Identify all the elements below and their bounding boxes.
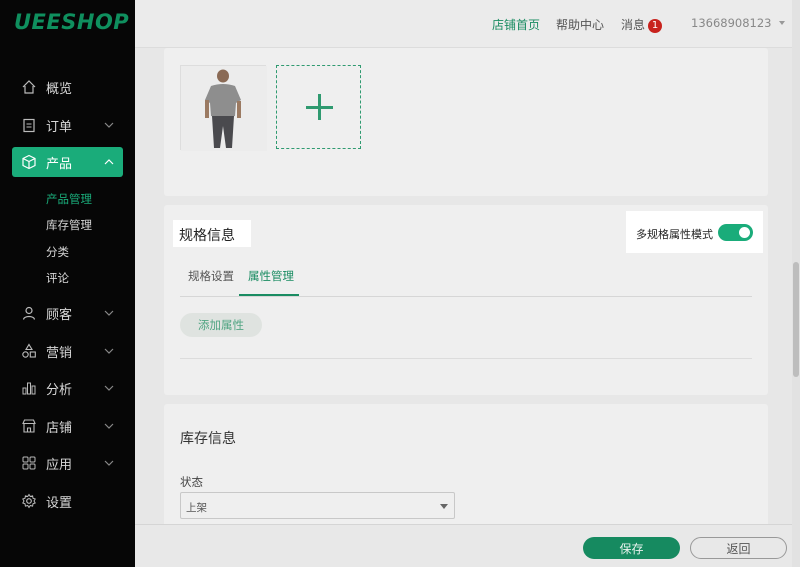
- sidebar-subitem-inventory[interactable]: 库存管理: [46, 217, 92, 233]
- clipboard-icon: [20, 116, 38, 134]
- multi-spec-mode-label: 多规格属性模式: [636, 228, 713, 241]
- sidebar-item-overview[interactable]: 概览: [12, 72, 123, 102]
- sidebar-item-label: 分析: [46, 382, 73, 398]
- sidebar-subitem-reviews[interactable]: 评论: [46, 270, 69, 286]
- sidebar-subitem-category[interactable]: 分类: [46, 244, 69, 260]
- messages-link[interactable]: 消息 1: [621, 16, 663, 33]
- chevron-down-icon: [104, 348, 114, 354]
- spec-title-box: 规格信息: [173, 220, 251, 247]
- tab-attribute-management[interactable]: 属性管理: [248, 268, 294, 284]
- sidebar-item-label: 店铺: [46, 420, 73, 436]
- action-footer: 保存 返回: [135, 524, 800, 567]
- sidebar-item-label: 应用: [46, 457, 73, 473]
- brand-logo[interactable]: UEESHOP: [14, 10, 129, 34]
- scrollbar-thumb[interactable]: [793, 262, 799, 377]
- sidebar-item-label: 订单: [46, 119, 73, 135]
- user-menu[interactable]: 13668908123: [691, 16, 786, 30]
- sidebar-item-label: 顾客: [46, 307, 73, 323]
- status-label: 状态: [180, 475, 203, 489]
- sidebar-item-label: 设置: [46, 495, 73, 511]
- caret-down-icon: [779, 21, 786, 25]
- sidebar-item-label: 概览: [46, 81, 73, 97]
- help-center-link[interactable]: 帮助中心: [556, 16, 604, 33]
- apps-icon: [20, 454, 38, 472]
- product-image-thumbnail[interactable]: [180, 65, 267, 151]
- user-account: 13668908123: [691, 16, 772, 30]
- store-icon: [20, 417, 38, 435]
- top-bar: 店铺首页 帮助中心 消息 1 13668908123: [135, 0, 800, 48]
- back-button[interactable]: 返回: [690, 537, 787, 559]
- stock-section-title: 库存信息: [180, 431, 236, 447]
- chevron-down-icon: [104, 122, 114, 128]
- multi-spec-mode-switch[interactable]: [718, 224, 753, 241]
- store-home-link[interactable]: 店铺首页: [492, 16, 540, 33]
- sidebar-item-store[interactable]: 店铺: [12, 411, 123, 441]
- sidebar-item-orders[interactable]: 订单: [12, 110, 123, 140]
- sidebar-item-analytics[interactable]: 分析: [12, 373, 123, 403]
- tab-divider: [180, 296, 752, 297]
- chevron-down-icon: [104, 423, 114, 429]
- sidebar-item-settings[interactable]: 设置: [12, 486, 123, 516]
- active-tab-indicator: [239, 294, 299, 296]
- add-attribute-button[interactable]: 添加属性: [180, 313, 262, 337]
- stock-info-card: 库存信息 状态 上架: [164, 404, 768, 534]
- sidebar-item-products[interactable]: 产品: [12, 147, 123, 177]
- bar-chart-icon: [20, 379, 38, 397]
- shapes-icon: [20, 342, 38, 360]
- spec-info-card: 规格信息 多规格属性模式 规格设置 属性管理 添加属性: [164, 205, 768, 395]
- home-icon: [20, 78, 38, 96]
- status-select[interactable]: 上架: [180, 492, 455, 519]
- tshirt-model-image: [181, 66, 267, 151]
- sidebar-item-apps[interactable]: 应用: [12, 448, 123, 478]
- sidebar-item-label: 营销: [46, 345, 73, 361]
- tab-spec-settings[interactable]: 规格设置: [188, 268, 234, 284]
- spec-section-title: 规格信息: [179, 228, 235, 244]
- chevron-down-icon: [104, 310, 114, 316]
- section-divider: [180, 358, 752, 359]
- user-icon: [20, 304, 38, 322]
- chevron-down-icon: [104, 460, 114, 466]
- main-content: 店铺首页 帮助中心 消息 1 13668908123 规格信息 多规格属性模式 …: [135, 0, 800, 567]
- multi-spec-toggle-box: 多规格属性模式: [626, 211, 763, 253]
- switch-knob: [739, 227, 750, 238]
- chevron-up-icon: [104, 159, 114, 165]
- sidebar-item-customers[interactable]: 顾客: [12, 298, 123, 328]
- product-images-card: [164, 48, 768, 196]
- status-select-value: 上架: [186, 502, 207, 514]
- sidebar-item-marketing[interactable]: 营销: [12, 336, 123, 366]
- messages-label: 消息: [621, 18, 646, 32]
- dropdown-caret-icon: [440, 504, 448, 509]
- sidebar-item-label: 产品: [46, 156, 73, 172]
- page-scrollbar[interactable]: [792, 0, 800, 567]
- chevron-down-icon: [104, 385, 114, 391]
- message-count-badge: 1: [648, 19, 663, 33]
- box-icon: [20, 153, 38, 171]
- add-image-button[interactable]: [276, 65, 361, 149]
- sidebar-subitem-product-management[interactable]: 产品管理: [46, 191, 92, 207]
- sidebar: UEESHOP 概览 订单 产品 产品管理 库存管理 分类 评论 顾客 营销 分…: [0, 0, 135, 567]
- save-button[interactable]: 保存: [583, 537, 680, 559]
- gear-icon: [20, 492, 38, 510]
